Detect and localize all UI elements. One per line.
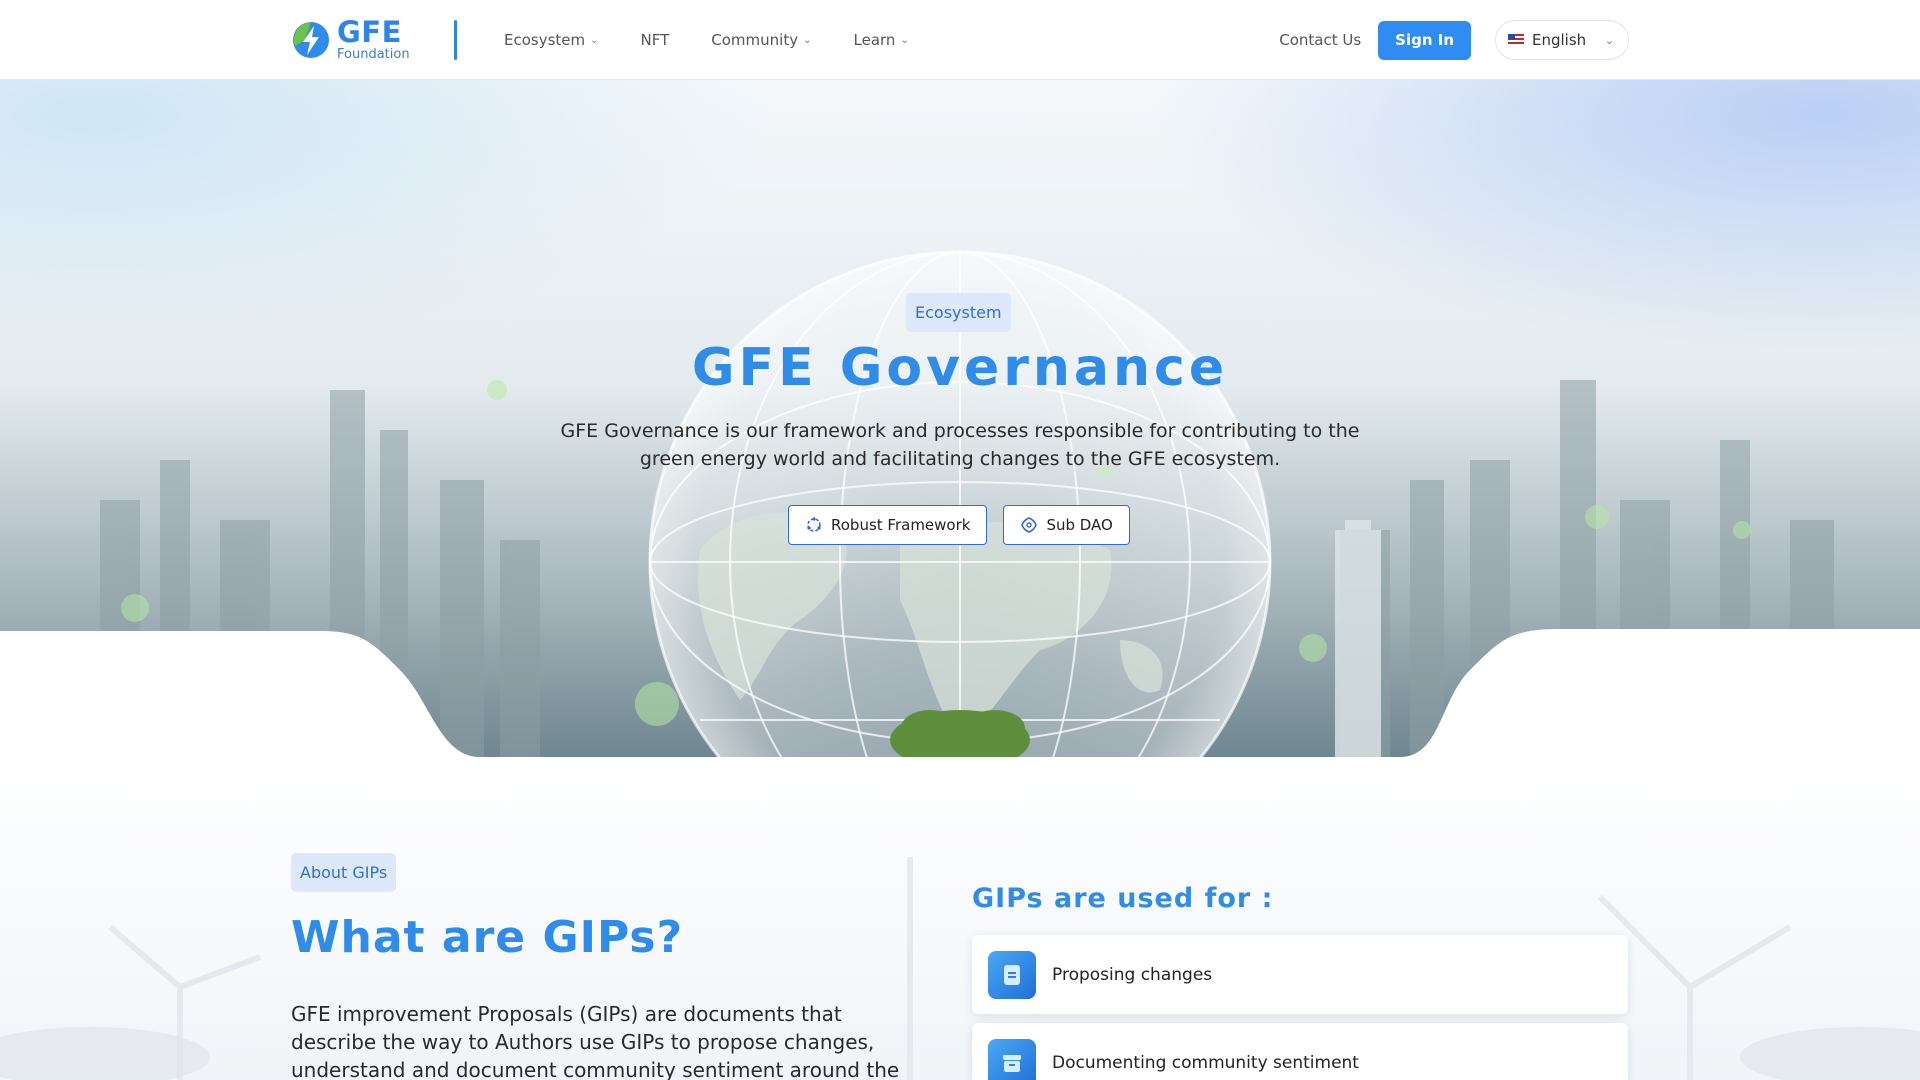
use-label: Proposing changes: [1052, 964, 1213, 985]
about-description: GFE improvement Proposals (GIPs) are doc…: [291, 1002, 900, 1080]
robust-framework-button[interactable]: Robust Framework: [788, 505, 988, 545]
hero-badge: Ecosystem: [906, 293, 1011, 332]
language-select[interactable]: English ⌄: [1495, 20, 1629, 60]
about-badge: About GIPs: [291, 853, 397, 892]
hero-section: Ecosystem GFE Governance GFE Governance …: [0, 80, 1920, 757]
use-icon-wrapper: [988, 1038, 1036, 1080]
dao-icon: [1021, 517, 1038, 533]
nav-item-nft[interactable]: NFT: [641, 31, 670, 49]
uses-title: GIPs are used for :: [972, 883, 1274, 914]
hero-description: GFE Governance is our framework and proc…: [560, 420, 1360, 470]
use-icon-wrapper: [988, 950, 1036, 999]
nav-item-ecosystem[interactable]: Ecosystem ⌄: [504, 31, 599, 49]
button-label: Robust Framework: [831, 516, 971, 534]
us-flag-icon: [1508, 34, 1524, 46]
signin-button[interactable]: Sign In: [1378, 20, 1471, 60]
logo-subtitle: Foundation: [337, 47, 410, 62]
section-title: What are GIPs?: [291, 912, 684, 963]
sub-dao-button[interactable]: Sub DAO: [1003, 505, 1130, 545]
logo-name: GFE: [337, 15, 402, 49]
use-card-documenting: Documenting community sentiment: [972, 1023, 1628, 1080]
document-icon: [1004, 964, 1020, 985]
chevron-down-icon: ⌄: [590, 34, 599, 46]
framework-icon: [807, 517, 821, 532]
contact-link[interactable]: Contact Us: [1279, 31, 1361, 49]
language-label: English: [1532, 31, 1587, 49]
page-title: GFE Governance: [691, 338, 1229, 398]
chevron-down-icon: ⌄: [900, 34, 909, 46]
button-label: Sub DAO: [1046, 516, 1113, 534]
header-actions: Contact Us Sign In English ⌄: [1279, 0, 1629, 80]
logo[interactable]: GFE Foundation: [291, 18, 410, 61]
site-header: GFE Foundation Ecosystem ⌄ NFT Community…: [0, 0, 1920, 80]
about-background-image: [0, 757, 1920, 1080]
use-card-proposing: Proposing changes: [972, 935, 1628, 1014]
nav-item-label: Learn: [853, 31, 896, 49]
nav-item-community[interactable]: Community ⌄: [711, 31, 811, 49]
main-nav: Ecosystem ⌄ NFT Community ⌄ Learn ⌄: [504, 0, 909, 80]
nav-item-label: NFT: [640, 31, 670, 49]
nav-item-learn[interactable]: Learn ⌄: [854, 31, 909, 49]
logo-divider: [454, 20, 457, 60]
hero-buttons: Robust Framework Sub DAO: [788, 505, 1130, 545]
use-label: Documenting community sentiment: [1052, 1052, 1359, 1073]
chevron-down-icon: ⌄: [1604, 33, 1614, 47]
archive-icon: [1003, 1054, 1021, 1072]
chevron-down-icon: ⌄: [803, 34, 812, 46]
logo-icon: [293, 21, 329, 58]
nav-item-label: Community: [711, 31, 799, 49]
nav-item-label: Ecosystem: [504, 31, 586, 49]
about-section: About GIPs What are GIPs? GFE improvemen…: [0, 757, 1920, 1080]
